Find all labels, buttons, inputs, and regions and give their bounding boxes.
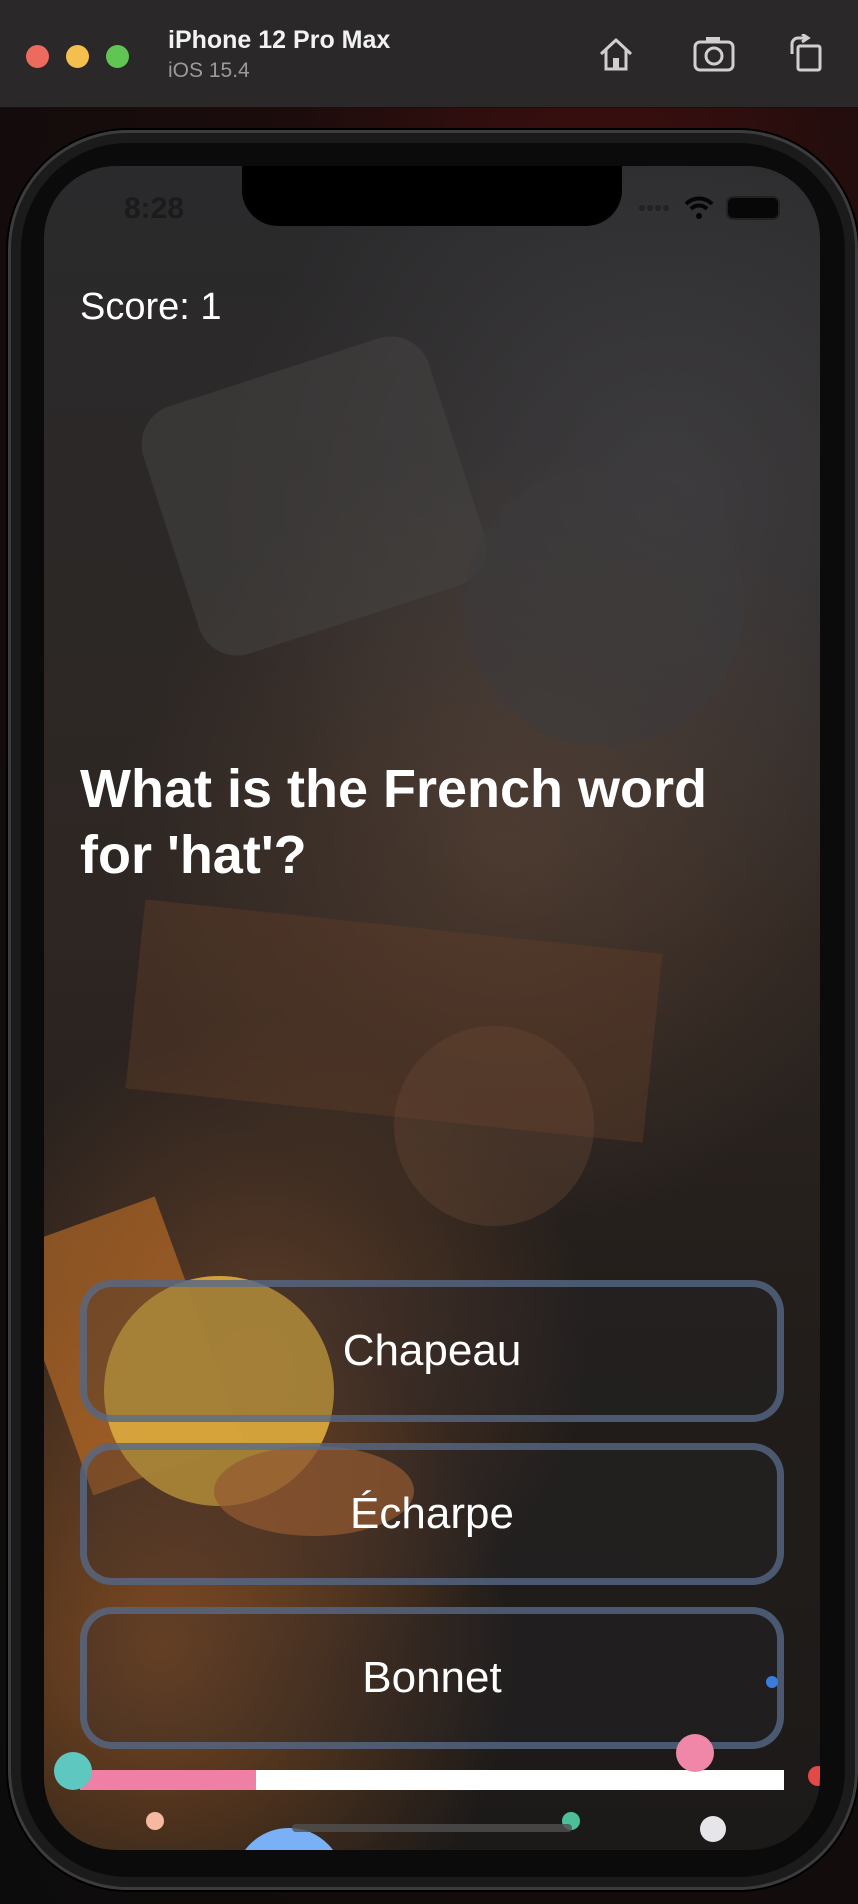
rotate-icon: [790, 34, 822, 72]
device-notch: [242, 166, 622, 226]
wifi-icon: [684, 196, 714, 219]
rotate-button[interactable]: [782, 30, 830, 78]
screenshot-button[interactable]: [690, 30, 738, 78]
os-version: iOS 15.4: [168, 59, 250, 82]
background-shape: [394, 1026, 594, 1226]
screenshot-icon: [693, 37, 735, 72]
minimize-window-button[interactable]: [66, 45, 89, 68]
confetti-dot: [766, 1676, 778, 1688]
battery-icon: [726, 196, 780, 220]
score-label: Score: 1: [80, 286, 222, 328]
home-icon: [599, 38, 633, 71]
simulator-titlebar: iPhone 12 Pro Max iOS 15.4: [0, 0, 858, 108]
confetti-dot: [676, 1734, 714, 1772]
zoom-window-button[interactable]: [106, 45, 129, 68]
background-shape: [131, 326, 497, 666]
home-button[interactable]: [592, 30, 640, 78]
answer-button-echarpe[interactable]: Écharpe: [80, 1443, 784, 1585]
home-indicator: [292, 1824, 572, 1832]
background-shape: [464, 466, 744, 746]
close-window-button[interactable]: [26, 45, 49, 68]
status-time: 8:28: [124, 192, 185, 225]
signal-icon: [639, 205, 669, 211]
confetti-dot: [808, 1766, 820, 1786]
timer-progress-fill: [80, 1770, 256, 1790]
app-screen: 8:28 Score: 1 What is the French word fo…: [44, 166, 820, 1850]
confetti-dot: [700, 1816, 726, 1842]
answer-button-bonnet[interactable]: Bonnet: [80, 1607, 784, 1749]
timer-progress-bar: [80, 1770, 784, 1790]
confetti-dot: [146, 1812, 164, 1830]
answer-button-chapeau[interactable]: Chapeau: [80, 1280, 784, 1422]
device-name: iPhone 12 Pro Max: [168, 26, 391, 54]
status-icons: [638, 196, 780, 220]
confetti-dot: [54, 1752, 92, 1790]
question-text: What is the French word for 'hat'?: [80, 759, 708, 885]
